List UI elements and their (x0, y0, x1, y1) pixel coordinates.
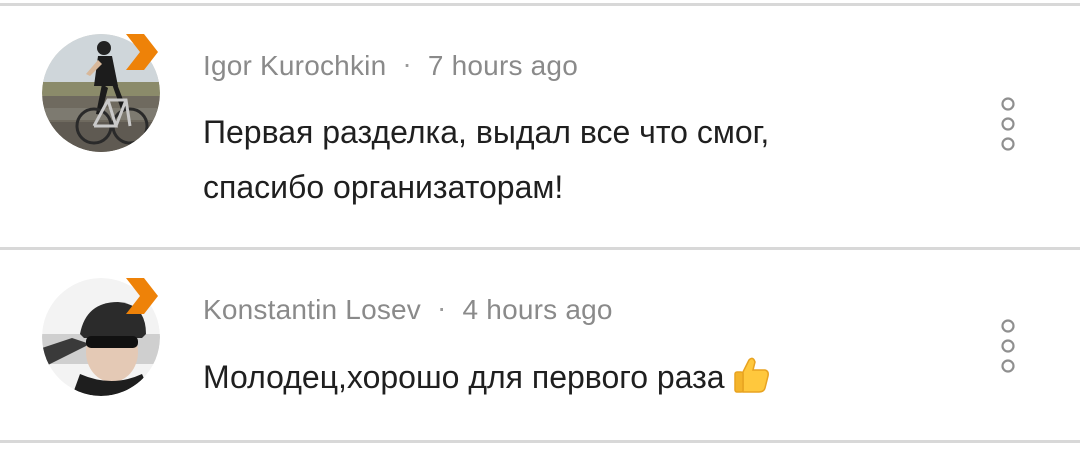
more-vertical-icon[interactable] (996, 96, 1020, 152)
avatar[interactable] (42, 34, 160, 152)
comment-text-line: Молодец,хорошо для первого раза (203, 359, 725, 395)
bottom-divider (0, 440, 1080, 443)
meta-separator-dot: · (437, 292, 447, 323)
premium-badge-icon (126, 278, 158, 314)
comment-text-line: Первая разделка, выдал все что смог, (203, 114, 770, 150)
meta-separator-dot: · (402, 48, 412, 79)
comment-text-line: спасибо организаторам! (203, 169, 564, 205)
comment-item: Igor Kurochkin · 7 hours ago Первая раздел… (0, 30, 1080, 235)
comment-text: Молодец,хорошо для первого раза (203, 350, 923, 405)
thumbs-up-icon (733, 357, 769, 393)
premium-badge-icon (126, 34, 158, 70)
comment-meta: Igor Kurochkin · 7 hours ago (203, 48, 578, 82)
author-name[interactable]: Konstantin Losev (203, 294, 421, 325)
comment-time: 4 hours ago (462, 294, 613, 325)
comment-meta: Konstantin Losev · 4 hours ago (203, 292, 613, 326)
comment-time: 7 hours ago (427, 50, 578, 81)
more-vertical-icon[interactable] (996, 318, 1020, 374)
author-name[interactable]: Igor Kurochkin (203, 50, 386, 81)
top-divider (0, 3, 1080, 6)
avatar[interactable] (42, 278, 160, 396)
comment-item: Konstantin Losev · 4 hours ago Молодец,хор… (0, 274, 1080, 434)
comment-divider (0, 247, 1080, 250)
comment-text: Первая разделка, выдал все что смог, спа… (203, 105, 923, 215)
